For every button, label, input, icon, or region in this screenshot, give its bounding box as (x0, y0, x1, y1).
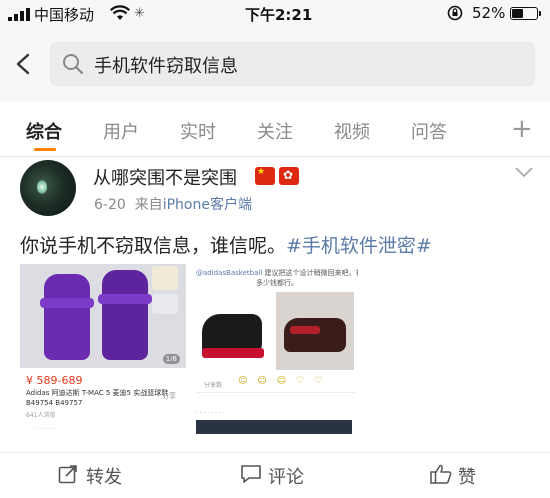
loading-spinner-icon: ✳ (134, 6, 145, 21)
post-text: 你说手机不窃取信息，谁信呢。#手机软件泄密# (20, 231, 432, 258)
post-source[interactable]: iPhone客户端 (163, 197, 252, 213)
item-title: Adidas 阿迪达斯 T-MAC 5 麦迪5 实战篮球鞋 B49754 B49… (26, 389, 169, 407)
black-sneaker-photo (196, 292, 270, 370)
dark-banner (196, 420, 352, 434)
post-meta: 6-20 来自iPhone客户端 (94, 194, 252, 214)
hong-kong-flag-icon: ✿ (279, 167, 299, 185)
comment-icon[interactable] (240, 464, 262, 484)
tab-comprehensive[interactable]: 综合 (26, 118, 62, 144)
tab-users[interactable]: 用户 (103, 118, 139, 144)
post-source-prefix: 来自 (134, 197, 163, 213)
faded-row: · · · · · · · · (28, 426, 57, 433)
item-price: ¥ 589-689 (26, 374, 83, 387)
rotation-lock-icon (447, 5, 463, 21)
wifi-icon (110, 5, 130, 20)
embedded-post-text: @adidasBasketball 建议把这个设计稍微回来吧，花 (196, 269, 358, 277)
status-bar: 中国移动 ✳ 下午2:21 52% (0, 0, 550, 28)
like-button[interactable]: 赞 (458, 463, 476, 489)
repost-icon[interactable] (58, 464, 78, 484)
signal-strength-icon (8, 8, 30, 21)
carrier-name: 中国移动 (34, 6, 95, 24)
active-tab-indicator (34, 148, 56, 151)
divider (196, 392, 356, 393)
side-thumbnail-2 (152, 294, 178, 314)
china-flag-icon: ★ (255, 167, 275, 185)
tab-qa[interactable]: 问答 (411, 118, 447, 144)
battery-icon (510, 7, 541, 20)
battery-percent: 52% (472, 4, 506, 22)
tab-realtime[interactable]: 实时 (180, 118, 216, 144)
emoji-reactions-icon: ☺☺☺♡♡ (238, 376, 333, 386)
plus-icon[interactable]: + (511, 116, 533, 142)
tab-video[interactable]: 视频 (334, 118, 370, 144)
tab-following[interactable]: 关注 (257, 118, 293, 144)
embedded-share-label: 分享数 (204, 382, 223, 389)
post-hashtag[interactable]: #手机软件泄密# (286, 235, 432, 257)
faded-caption: · · · · · · · · (196, 410, 225, 417)
side-thumbnail (152, 266, 178, 290)
share-label: 分享 (162, 392, 176, 400)
maroon-sneaker-photo (276, 292, 354, 370)
battery-fill (512, 9, 523, 18)
clock: 下午2:21 (245, 6, 313, 24)
post-username[interactable]: 从哪突围不是突围 (93, 164, 237, 190)
search-query[interactable]: 手机软件窃取信息 (94, 52, 238, 78)
post-body: 你说手机不窃取信息，谁信呢。 (20, 235, 287, 257)
embedded-post-text-2: 多少钱都行。 (256, 279, 298, 287)
avatar[interactable] (20, 160, 76, 216)
search-icon (63, 54, 84, 75)
embedded-handle: @adidasBasketball (196, 269, 263, 277)
comment-button[interactable]: 评论 (268, 463, 304, 489)
thumbs-up-icon[interactable] (430, 464, 452, 484)
view-count: 641人浏览 (26, 412, 56, 419)
repost-button[interactable]: 转发 (86, 463, 122, 489)
post-image-2[interactable]: @adidasBasketball 建议把这个设计稍微回来吧，花 多少钱都行。 … (194, 264, 358, 434)
page-badge: 1/8 (162, 354, 180, 364)
chevron-down-icon[interactable] (514, 166, 534, 178)
back-icon[interactable] (12, 52, 36, 76)
post-date: 6-20 (94, 197, 126, 213)
